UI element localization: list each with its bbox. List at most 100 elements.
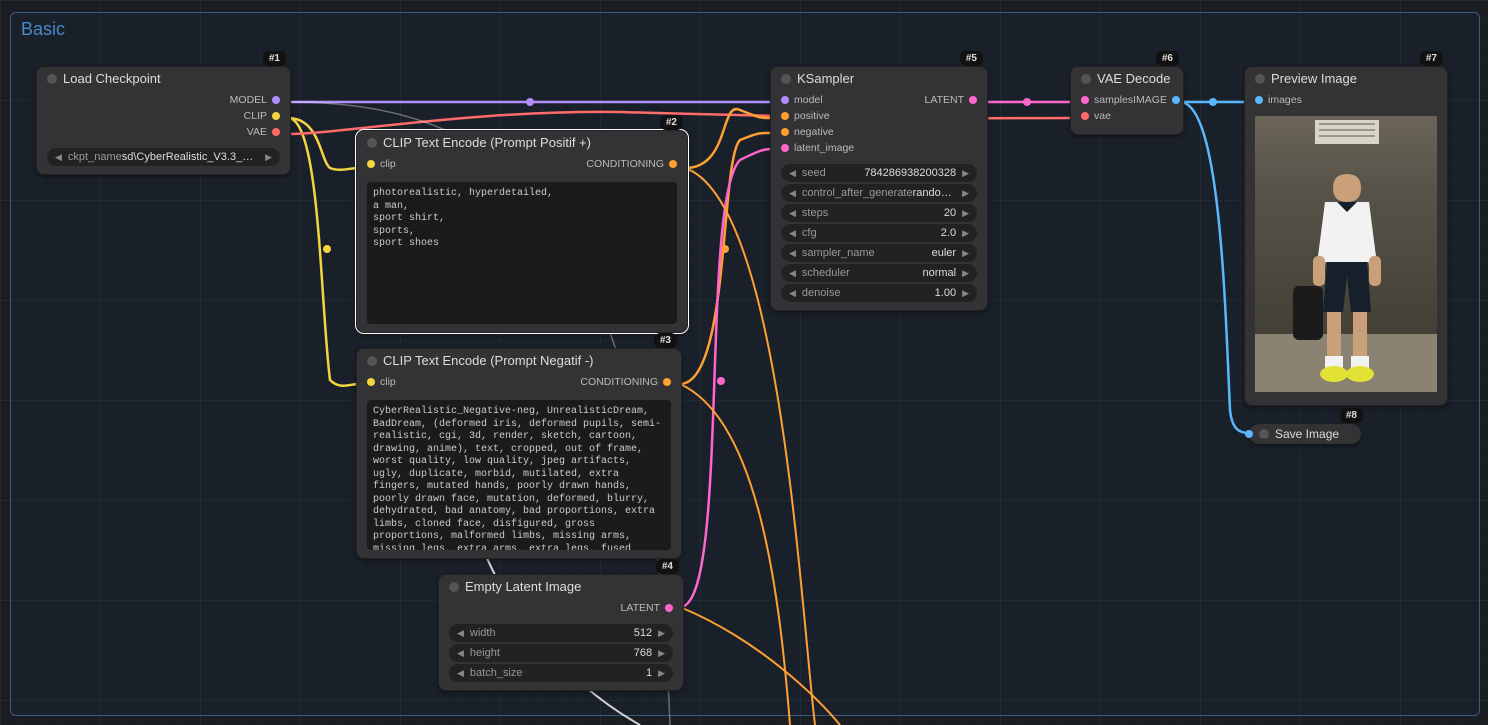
widget-label: scheduler — [798, 267, 850, 279]
prompt-textarea[interactable]: CyberRealistic_Negative-neg, Unrealistic… — [367, 400, 671, 550]
chevron-right-icon[interactable]: ▶ — [960, 288, 971, 299]
port-latent-image-in[interactable] — [781, 144, 789, 152]
node-title: KSampler — [797, 71, 854, 86]
node-header[interactable]: Preview Image — [1245, 67, 1447, 92]
node-title: Empty Latent Image — [465, 579, 581, 594]
height-widget[interactable]: ◀height768▶ — [449, 644, 673, 662]
chevron-right-icon[interactable]: ▶ — [960, 248, 971, 259]
chevron-left-icon[interactable]: ◀ — [787, 268, 798, 279]
node-header[interactable]: VAE Decode — [1071, 67, 1183, 92]
chevron-left-icon[interactable]: ◀ — [787, 168, 798, 179]
port-clip-in[interactable] — [367, 160, 375, 168]
port-positive-in[interactable] — [781, 112, 789, 120]
chevron-left-icon[interactable]: ◀ — [455, 668, 466, 679]
chevron-left-icon[interactable]: ◀ — [787, 188, 798, 199]
chevron-left-icon[interactable]: ◀ — [53, 152, 64, 163]
port-vae-in[interactable] — [1081, 112, 1089, 120]
port-label: model — [794, 94, 823, 106]
batch-size-widget[interactable]: ◀batch_size1▶ — [449, 664, 673, 682]
chevron-right-icon[interactable]: ▶ — [656, 668, 667, 679]
chevron-right-icon[interactable]: ▶ — [960, 168, 971, 179]
chevron-right-icon[interactable]: ▶ — [263, 152, 274, 163]
port-label: LATENT — [621, 602, 660, 614]
port-negative-in[interactable] — [781, 128, 789, 136]
prompt-textarea[interactable]: photorealistic, hyperdetailed, a man, sp… — [367, 182, 677, 324]
node-badge: #3 — [654, 333, 677, 348]
node-badge: #2 — [660, 115, 683, 130]
collapse-icon[interactable] — [781, 74, 791, 84]
widget-label: batch_size — [466, 667, 523, 679]
chevron-right-icon[interactable]: ▶ — [960, 228, 971, 239]
port-label: CONDITIONING — [586, 158, 664, 170]
chevron-left-icon[interactable]: ◀ — [787, 208, 798, 219]
cfg-widget[interactable]: ◀cfg2.0▶ — [781, 224, 977, 242]
denoise-widget[interactable]: ◀denoise1.00▶ — [781, 284, 977, 302]
port-clip-out[interactable] — [272, 112, 280, 120]
chevron-left-icon[interactable]: ◀ — [787, 288, 798, 299]
node-badge: #1 — [263, 51, 286, 66]
chevron-right-icon[interactable]: ▶ — [960, 208, 971, 219]
scheduler-widget[interactable]: ◀schedulernormal▶ — [781, 264, 977, 282]
chevron-left-icon[interactable]: ◀ — [455, 648, 466, 659]
ckpt-name-widget[interactable]: ◀ ckpt_name sd\CyberRealistic_V3.3_FP3..… — [47, 148, 280, 166]
collapse-icon[interactable] — [47, 74, 57, 84]
collapse-icon[interactable] — [1081, 74, 1091, 84]
port-clip-in[interactable] — [367, 378, 375, 386]
collapse-icon[interactable] — [449, 582, 459, 592]
node-clip-text-negative[interactable]: #3 CLIP Text Encode (Prompt Negatif -) c… — [356, 348, 682, 559]
node-header[interactable]: Empty Latent Image — [439, 575, 683, 600]
node-clip-text-positive[interactable]: #2 CLIP Text Encode (Prompt Positif +) c… — [356, 130, 688, 333]
widget-label: height — [466, 647, 500, 659]
port-conditioning-out[interactable] — [669, 160, 677, 168]
widget-label: control_after_generate — [798, 187, 913, 199]
chevron-left-icon[interactable]: ◀ — [787, 228, 798, 239]
node-empty-latent-image[interactable]: #4 Empty Latent Image LATENT ◀width512▶ … — [438, 574, 684, 691]
chevron-right-icon[interactable]: ▶ — [656, 628, 667, 639]
widget-label: cfg — [798, 227, 817, 239]
port-label: CLIP — [244, 110, 267, 122]
chevron-right-icon[interactable]: ▶ — [960, 188, 971, 199]
chevron-right-icon[interactable]: ▶ — [656, 648, 667, 659]
seed-widget[interactable]: ◀seed784286938200328▶ — [781, 164, 977, 182]
port-label: latent_image — [794, 142, 854, 154]
port-model-in[interactable] — [781, 96, 789, 104]
steps-widget[interactable]: ◀steps20▶ — [781, 204, 977, 222]
sampler-name-widget[interactable]: ◀sampler_nameeuler▶ — [781, 244, 977, 262]
port-image-out[interactable] — [1172, 96, 1180, 104]
widget-value: 20 — [828, 207, 960, 219]
node-badge: #7 — [1420, 51, 1443, 66]
collapse-icon[interactable] — [1255, 74, 1265, 84]
width-widget[interactable]: ◀width512▶ — [449, 624, 673, 642]
port-images-in[interactable] — [1255, 96, 1263, 104]
node-header[interactable]: CLIP Text Encode (Prompt Negatif -) — [357, 349, 681, 374]
control-after-generate-widget[interactable]: ◀control_after_generaterandomize▶ — [781, 184, 977, 202]
collapse-icon[interactable] — [367, 356, 377, 366]
widget-label: ckpt_name — [64, 151, 122, 163]
collapse-icon[interactable] — [1259, 429, 1269, 439]
node-ksampler[interactable]: #5 KSampler model LATENT positive negati… — [770, 66, 988, 311]
port-conditioning-out[interactable] — [663, 378, 671, 386]
port-latent-out[interactable] — [969, 96, 977, 104]
port-latent-out[interactable] — [665, 604, 673, 612]
widget-value: euler — [875, 247, 960, 259]
port-label: images — [1268, 94, 1302, 106]
collapse-icon[interactable] — [367, 138, 377, 148]
node-graph-canvas[interactable]: Basic #1 Load Checkpoint MODEL CLIP VAE … — [0, 0, 1488, 725]
node-header[interactable]: Load Checkpoint — [37, 67, 290, 92]
node-title: Preview Image — [1271, 71, 1357, 86]
port-images-in[interactable] — [1245, 430, 1253, 438]
node-load-checkpoint[interactable]: #1 Load Checkpoint MODEL CLIP VAE ◀ ckpt… — [36, 66, 291, 175]
port-samples-in[interactable] — [1081, 96, 1089, 104]
node-header[interactable]: KSampler — [771, 67, 987, 92]
node-vae-decode[interactable]: #6 VAE Decode samples IMAGE vae — [1070, 66, 1184, 135]
widget-value: randomize — [913, 187, 960, 199]
node-save-image-collapsed[interactable]: #8 Save Image — [1249, 424, 1361, 444]
node-header[interactable]: CLIP Text Encode (Prompt Positif +) — [357, 131, 687, 156]
chevron-left-icon[interactable]: ◀ — [455, 628, 466, 639]
node-preview-image[interactable]: #7 Preview Image images — [1244, 66, 1448, 406]
port-model-out[interactable] — [272, 96, 280, 104]
preview-image[interactable] — [1255, 116, 1437, 397]
chevron-right-icon[interactable]: ▶ — [960, 268, 971, 279]
chevron-left-icon[interactable]: ◀ — [787, 248, 798, 259]
port-vae-out[interactable] — [272, 128, 280, 136]
